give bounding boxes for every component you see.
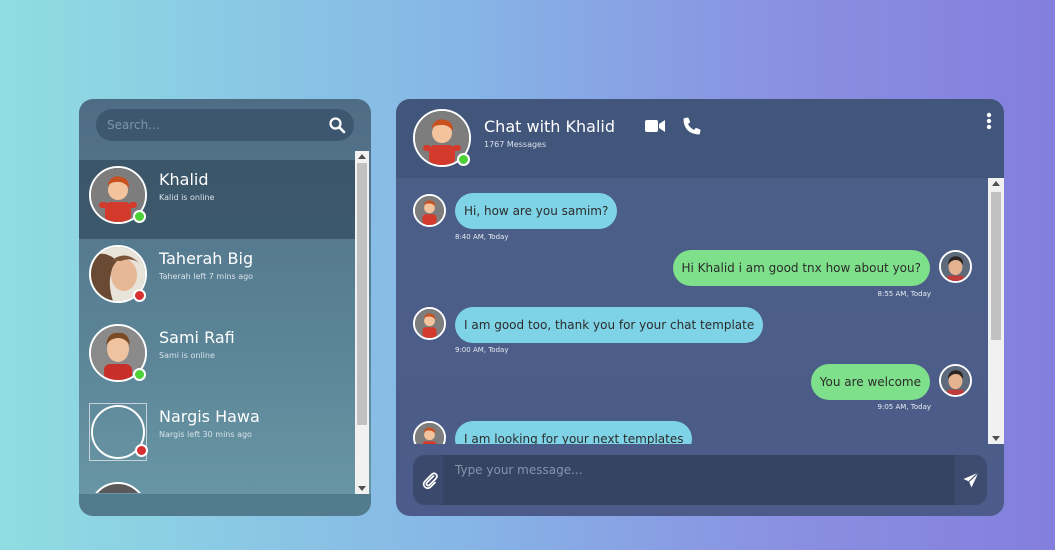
online-status-dot xyxy=(133,210,146,223)
incoming-message-bubble: I am looking for your next templates xyxy=(455,421,693,444)
user-avatar xyxy=(939,250,972,283)
scroll-up-arrow-icon[interactable] xyxy=(358,154,366,159)
contacts-panel: Khalid Kalid is online Taherah Big Taher… xyxy=(79,99,371,516)
message-composer xyxy=(413,455,987,505)
scroll-up-arrow-icon[interactable] xyxy=(992,181,1000,186)
message-timestamp: 9:00 AM, Today xyxy=(455,346,509,354)
contact-list: Khalid Kalid is online Taherah Big Taher… xyxy=(79,160,355,493)
send-icon xyxy=(963,472,979,488)
search-bar xyxy=(96,109,354,141)
scrollbar-thumb[interactable] xyxy=(991,192,1001,340)
contact-status: Taherah left 7 mins ago xyxy=(159,272,254,281)
online-status-dot xyxy=(133,368,146,381)
offline-status-dot xyxy=(133,289,146,302)
message-list: Hi, how are you samim? 8:40 AM, Today Hi… xyxy=(396,178,988,444)
message-timestamp: 9:05 AM, Today xyxy=(877,403,931,411)
scroll-down-arrow-icon[interactable] xyxy=(358,486,366,491)
chat-panel: Chat with Khalid 1767 Messages Hi, how a… xyxy=(396,99,1004,516)
contact-avatar xyxy=(413,421,446,444)
outgoing-message-bubble: You are welcome xyxy=(810,364,930,400)
contact-item-khalid[interactable]: Khalid Kalid is online xyxy=(79,160,355,239)
message-count: 1767 Messages xyxy=(484,140,547,149)
contact-name: Taherah Big xyxy=(159,249,254,268)
chat-scrollbar[interactable] xyxy=(988,178,1004,444)
contact-status: Sami is online xyxy=(159,351,215,360)
search-input[interactable] xyxy=(96,109,321,141)
contact-name: Khalid xyxy=(159,170,209,189)
incoming-message-bubble: Hi, how are you samim? xyxy=(455,193,618,229)
avatar xyxy=(89,482,147,493)
contact-item-taherah-big[interactable]: Taherah Big Taherah left 7 mins ago xyxy=(79,239,355,318)
contact-name: Sami Rafi xyxy=(159,328,235,347)
search-icon[interactable] xyxy=(328,116,346,134)
contacts-footer xyxy=(79,494,371,516)
header-avatar xyxy=(413,109,471,167)
contact-avatar xyxy=(413,307,446,340)
contact-status: Kalid is online xyxy=(159,193,215,202)
contact-avatar xyxy=(413,194,446,227)
chat-header: Chat with Khalid 1767 Messages xyxy=(396,99,1004,178)
contact-item-nargis-hawa[interactable]: Nargis Hawa Nargis left 30 mins ago xyxy=(79,397,355,476)
avatar xyxy=(89,166,147,224)
avatar xyxy=(89,245,147,303)
paperclip-icon[interactable] xyxy=(421,471,439,490)
avatar xyxy=(89,403,148,461)
online-status-dot xyxy=(457,153,470,166)
message-input[interactable] xyxy=(443,455,955,505)
scroll-down-arrow-icon[interactable] xyxy=(992,436,1000,441)
phone-icon[interactable] xyxy=(683,117,701,135)
offline-status-dot xyxy=(135,444,148,457)
outgoing-message-bubble: Hi Khalid i am good tnx how about you? xyxy=(672,250,930,286)
message-timestamp: 8:40 AM, Today xyxy=(455,233,509,241)
send-button[interactable] xyxy=(955,455,987,505)
incoming-message-bubble: I am good too, thank you for your chat t… xyxy=(455,307,764,343)
more-options-icon[interactable] xyxy=(986,112,992,130)
contact-item-partial[interactable] xyxy=(79,476,355,493)
message-timestamp: 8:55 AM, Today xyxy=(877,290,931,298)
user-avatar xyxy=(939,364,972,397)
video-icon[interactable] xyxy=(645,118,665,134)
avatar xyxy=(89,324,147,382)
chat-title: Chat with Khalid xyxy=(484,117,615,136)
contacts-scrollbar[interactable] xyxy=(355,151,369,494)
contact-item-sami-rafi[interactable]: Sami Rafi Sami is online xyxy=(79,318,355,397)
contact-name: Nargis Hawa xyxy=(159,407,260,426)
contact-status: Nargis left 30 mins ago xyxy=(159,430,252,439)
scrollbar-thumb[interactable] xyxy=(357,163,367,425)
